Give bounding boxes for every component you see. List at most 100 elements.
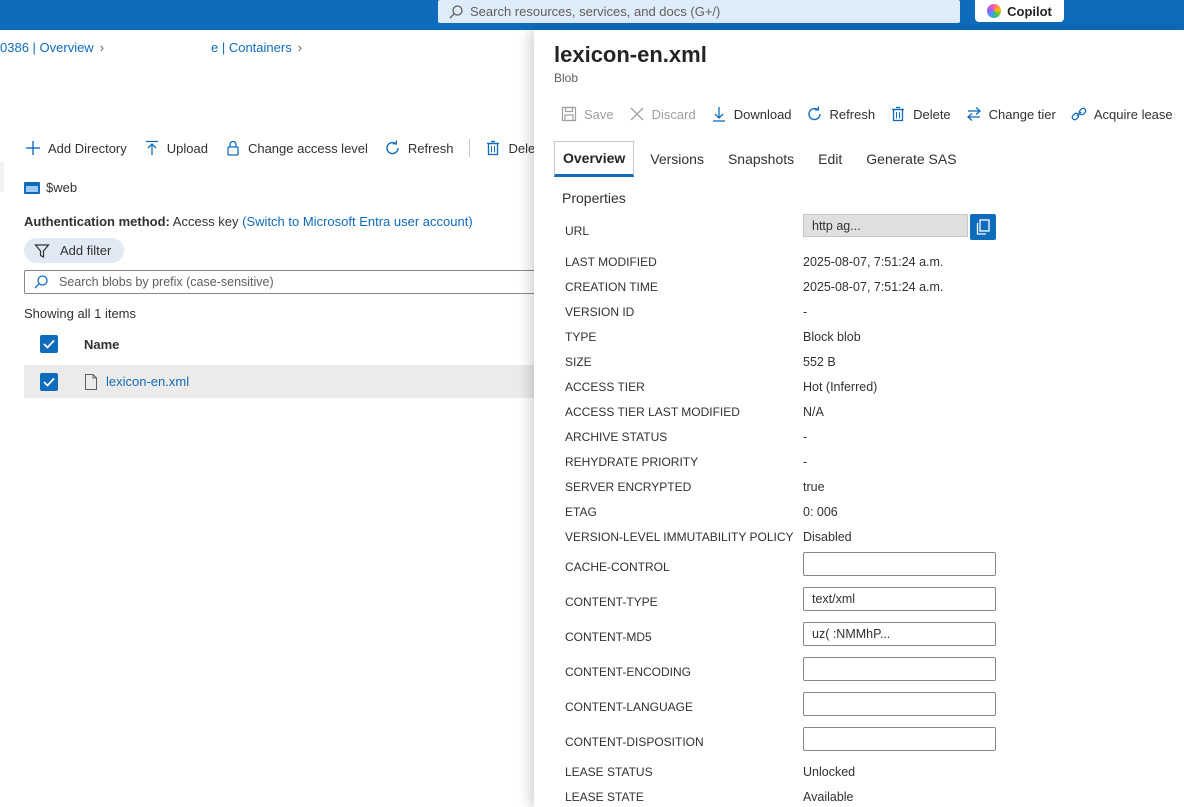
acquire-lease-label: Acquire lease [1093, 106, 1173, 122]
discard-label: Discard [651, 106, 696, 122]
plus-icon [24, 139, 42, 157]
tab-overview[interactable]: Overview [554, 141, 635, 177]
blob-search-placeholder: Search blobs by prefix (case-sensitive) [59, 275, 274, 289]
lock-icon [224, 139, 242, 157]
prop-label: ARCHIVE STATUS [565, 430, 668, 444]
download-button[interactable]: Download [710, 105, 792, 123]
download-icon [710, 105, 728, 123]
prop-value: - [803, 430, 808, 444]
breadcrumb-containers-wrap: e | Containers › [211, 40, 302, 55]
refresh-icon [384, 139, 402, 157]
copy-url-button[interactable] [970, 214, 996, 240]
swap-arrows-icon [965, 105, 983, 123]
tab-versions[interactable]: Versions [642, 141, 712, 177]
global-search-input[interactable]: Search resources, services, and docs (G+… [438, 0, 960, 23]
content-type-input[interactable]: text/xml [803, 587, 996, 611]
content-language-label: CONTENT-LANGUAGE [565, 700, 694, 714]
content-md5-input[interactable]: uz( :NMMhP... [803, 622, 996, 646]
refresh-button[interactable]: Refresh [384, 139, 454, 157]
switch-auth-link[interactable]: (Switch to Microsoft Entra user account) [242, 214, 472, 229]
cache-control-input[interactable] [803, 552, 996, 576]
container-name-label: $web [46, 180, 78, 195]
prop-label: TYPE [565, 330, 597, 344]
panel-refresh-button[interactable]: Refresh [806, 105, 876, 123]
container-icon [24, 181, 40, 194]
panel-delete-label: Delete [913, 106, 951, 122]
left-edge-marker [0, 162, 4, 192]
breadcrumb-containers[interactable]: e | Containers [211, 40, 292, 55]
url-field[interactable]: http ag... [803, 214, 968, 237]
save-icon [560, 105, 578, 123]
prop-value: - [803, 305, 808, 319]
prop-value: 0: 006 [803, 505, 838, 519]
delete-button[interactable]: Dele [484, 139, 535, 157]
authentication-method: Authentication method: Access key (Switc… [24, 214, 473, 229]
lease-state-label: LEASE STATE [565, 790, 644, 804]
delete-label: Dele [508, 140, 536, 156]
change-access-level-label: Change access level [247, 140, 368, 156]
lease-status-label: LEASE STATUS [565, 765, 653, 779]
discard-button[interactable]: Discard [628, 105, 696, 123]
row-checkbox[interactable] [40, 372, 58, 391]
toolbar-divider [469, 139, 471, 157]
table-row[interactable]: lexicon-en.xml [24, 365, 540, 398]
properties-heading: Properties [562, 190, 626, 206]
copy-icon [976, 219, 990, 235]
blob-search-input[interactable]: Search blobs by prefix (case-sensitive) [24, 270, 540, 294]
lease-state-value: Available [803, 790, 854, 804]
refresh-label: Refresh [407, 140, 454, 156]
prop-label: VERSION-LEVEL IMMUTABILITY POLICY [565, 530, 794, 544]
content-encoding-label: CONTENT-ENCODING [565, 665, 691, 679]
acquire-lease-button[interactable]: Acquire lease [1070, 105, 1173, 123]
content-encoding-input[interactable] [803, 657, 996, 681]
trash-icon [889, 105, 907, 123]
content-disposition-label: CONTENT-DISPOSITION [565, 735, 704, 749]
blob-properties-panel: lexicon-en.xml Blob Save Discard Downloa… [534, 30, 1184, 807]
prop-label: ACCESS TIER [565, 380, 645, 394]
add-directory-button[interactable]: Add Directory [24, 139, 127, 157]
refresh-icon [806, 105, 824, 123]
upload-icon [143, 139, 161, 157]
chevron-right-icon: › [99, 40, 105, 55]
global-search-placeholder: Search resources, services, and docs (G+… [470, 4, 721, 19]
prop-value: 2025-08-07, 7:51:24 a.m. [803, 255, 944, 269]
url-label: URL [565, 224, 590, 238]
content-disposition-input[interactable] [803, 727, 996, 751]
content-md5-label: CONTENT-MD5 [565, 630, 652, 644]
download-label: Download [733, 106, 792, 122]
checkmark-icon [43, 377, 55, 387]
add-filter-button[interactable]: Add filter [24, 238, 124, 263]
content-language-input[interactable] [803, 692, 996, 716]
blob-name-link[interactable]: lexicon-en.xml [106, 374, 189, 389]
tab-edit[interactable]: Edit [810, 141, 850, 177]
save-button[interactable]: Save [560, 105, 614, 123]
list-header: Name [24, 330, 540, 358]
change-access-level-button[interactable]: Change access level [224, 139, 368, 157]
panel-delete-button[interactable]: Delete [889, 105, 951, 123]
change-tier-button[interactable]: Change tier [965, 105, 1056, 123]
items-count: Showing all 1 items [24, 306, 136, 321]
prop-label: CREATION TIME [565, 280, 658, 294]
upload-button[interactable]: Upload [143, 139, 208, 157]
select-all-checkbox[interactable] [40, 335, 58, 353]
prop-label: SIZE [565, 355, 592, 369]
copilot-label: Copilot [1007, 3, 1052, 19]
prop-value: 552 B [803, 355, 836, 369]
column-header-name[interactable]: Name [84, 337, 119, 352]
trash-icon [484, 139, 502, 157]
prop-value: Disabled [803, 530, 852, 544]
copilot-icon [987, 4, 1002, 18]
prop-label: ACCESS TIER LAST MODIFIED [565, 405, 740, 419]
prop-value: Hot (Inferred) [803, 380, 878, 394]
tab-generate-sas[interactable]: Generate SAS [858, 141, 964, 177]
link-icon [1070, 105, 1088, 123]
copilot-button[interactable]: Copilot [975, 0, 1064, 22]
breadcrumb-overview[interactable]: 0386 | Overview [0, 40, 94, 55]
chevron-right-icon: › [297, 40, 303, 55]
panel-refresh-label: Refresh [829, 106, 876, 122]
breadcrumb: 0386 | Overview › [0, 40, 110, 55]
tab-snapshots[interactable]: Snapshots [720, 141, 802, 177]
top-bar: Search resources, services, and docs (G+… [0, 0, 1184, 30]
prop-label: REHYDRATE PRIORITY [565, 455, 699, 469]
blob-toolbar: Save Discard Download Refresh Delete Cha… [560, 102, 1184, 126]
